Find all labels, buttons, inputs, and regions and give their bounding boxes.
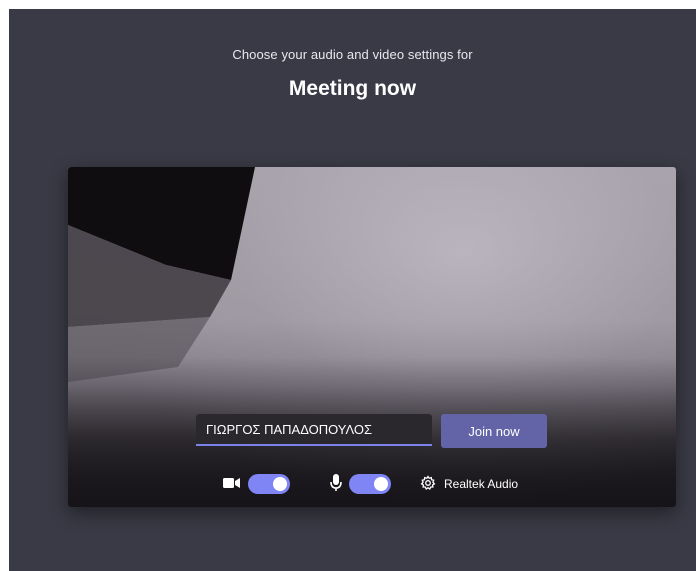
gear-icon[interactable] [420, 475, 436, 496]
audio-device-label[interactable]: Realtek Audio [444, 477, 518, 491]
microphone-toggle[interactable] [349, 474, 391, 494]
display-name-input[interactable] [196, 414, 432, 446]
video-preview: Join now [68, 167, 676, 507]
microphone-toggle-knob [374, 477, 388, 491]
prejoin-screen: Choose your audio and video settings for… [9, 9, 696, 571]
camera-toggle-knob [273, 477, 287, 491]
video-camera-icon [223, 476, 241, 495]
microphone-icon [330, 474, 342, 497]
join-now-button[interactable]: Join now [441, 414, 547, 448]
device-controls: Realtek Audio [68, 471, 676, 497]
camera-toggle[interactable] [248, 474, 290, 494]
settings-subtitle: Choose your audio and video settings for [232, 47, 473, 62]
meeting-title: Meeting now [288, 77, 417, 100]
